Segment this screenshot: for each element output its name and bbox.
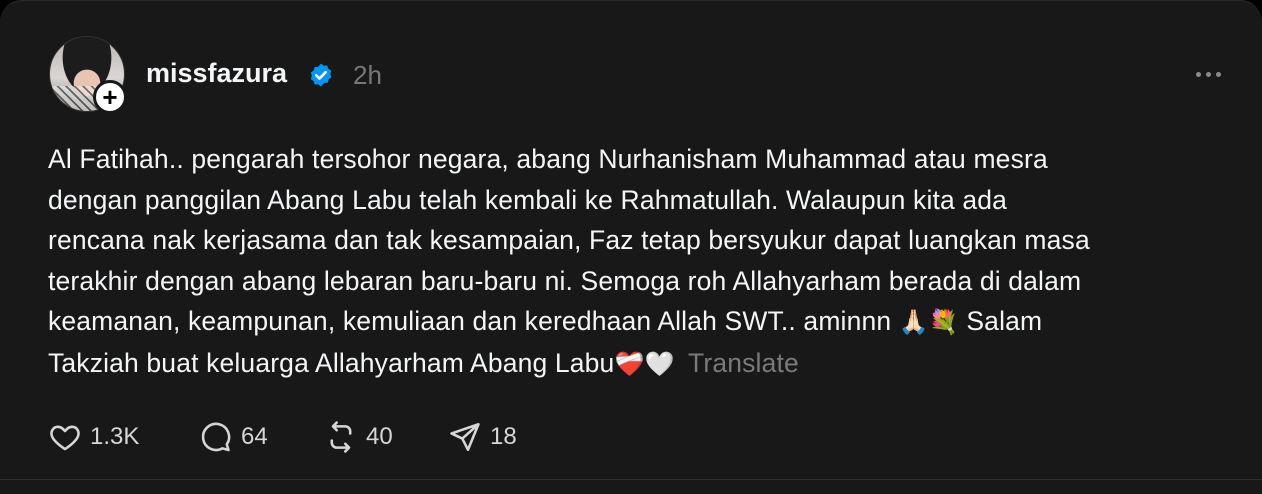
- comment-count: 64: [241, 423, 268, 450]
- post-body: Al Fatihah.. pengarah tersohor negara, a…: [48, 139, 1238, 384]
- comment-button[interactable]: 64: [199, 419, 268, 455]
- post-text-segment: Takziah buat keluarga Allahyarham Abang …: [48, 347, 615, 378]
- verified-badge-icon: [310, 63, 332, 87]
- post-text-line: Takziah buat keluarga Allahyarham Abang …: [48, 343, 1238, 385]
- repost-count: 40: [366, 423, 393, 450]
- post-text-line: keamanan, keampunan, kemuliaan dan kered…: [48, 301, 1238, 343]
- post-text-line: rencana nak kerjasama dan tak kesampaian…: [48, 225, 1090, 255]
- post-timestamp: 2h: [353, 60, 382, 90]
- post-card: + missfazura 2h Al Fatihah.. pengarah te…: [0, 0, 1262, 494]
- hearts-emoji: ❤️‍🩹🤍: [614, 349, 675, 378]
- dot-icon: [1196, 71, 1201, 77]
- avatar-container[interactable]: +: [49, 36, 127, 114]
- like-button[interactable]: 1.3K: [48, 419, 139, 455]
- dot-icon: [1216, 71, 1221, 77]
- username[interactable]: missfazura: [146, 58, 287, 89]
- repost-icon: [330, 421, 352, 453]
- more-options-button[interactable]: [1196, 65, 1226, 83]
- send-icon: [450, 422, 480, 452]
- post-text-segment: Salam: [966, 306, 1043, 336]
- translate-link[interactable]: Translate: [688, 348, 799, 378]
- heart-icon: [50, 425, 80, 451]
- praying-hands-bouquet-emoji: 🙏🏻💐: [898, 308, 959, 336]
- like-count: 1.3K: [90, 423, 140, 450]
- dot-icon: [1206, 71, 1211, 77]
- post-text-line: terakhir dengan abang lebaran baru-baru …: [48, 265, 1082, 296]
- share-button[interactable]: 18: [448, 419, 517, 455]
- post-text-segment: keamanan, keampunan, kemuliaan dan kered…: [48, 306, 892, 336]
- post-text-line: dengan panggilan Abang Labu telah kembal…: [48, 184, 1008, 215]
- post-text-line: Al Fatihah.. pengarah tersohor negara, a…: [48, 144, 1048, 174]
- divider: [0, 479, 1262, 480]
- share-count: 18: [490, 423, 517, 450]
- repost-button[interactable]: 40: [324, 419, 393, 455]
- follow-button[interactable]: +: [93, 80, 127, 114]
- comment-bubble-icon: [201, 422, 231, 452]
